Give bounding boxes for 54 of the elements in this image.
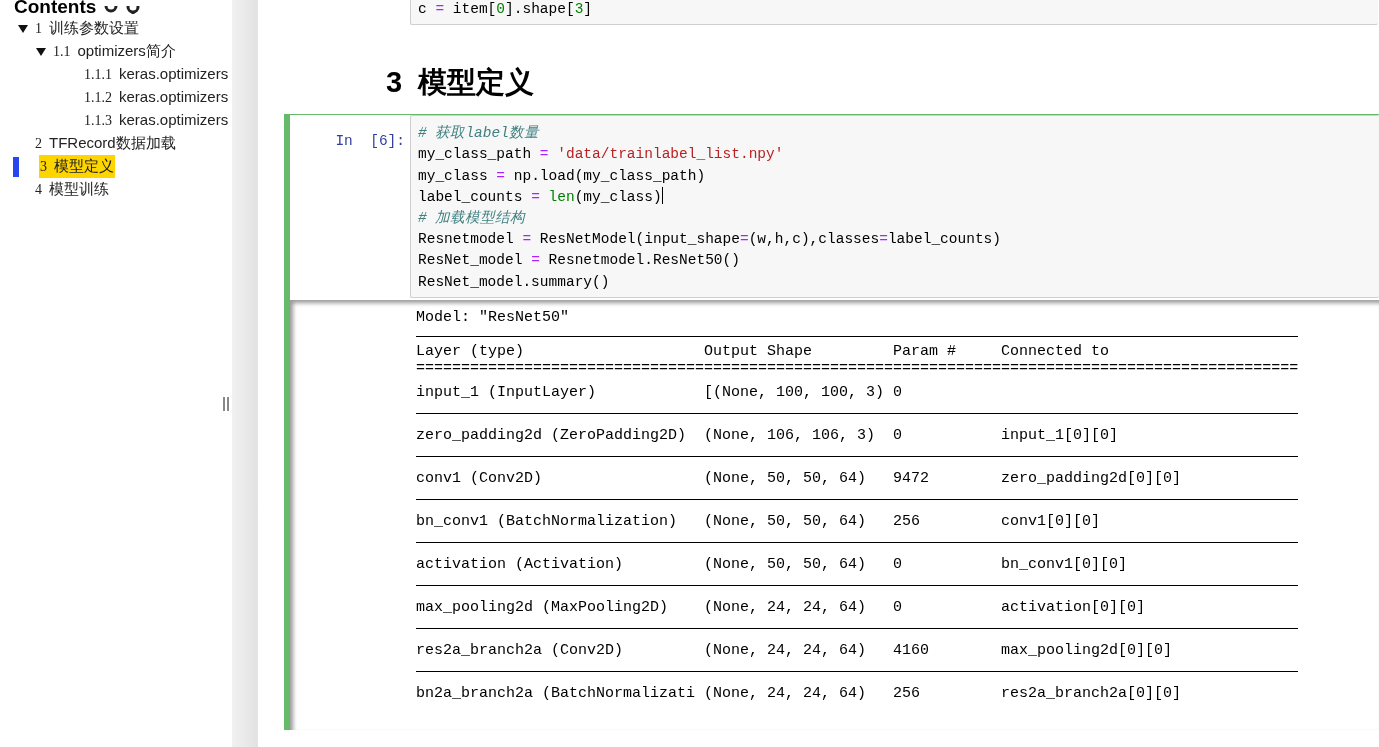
table-cell-text: zero_padding2d[0][0] [1001,468,1183,488]
toc-link[interactable]: 1 训练参数设置 [34,17,140,40]
code-cell[interactable] [284,114,1379,730]
resize-handle[interactable] [223,397,229,411]
table-cell-text: 256 [893,683,921,703]
table-cell-text: 9472 [893,468,930,488]
table-cell-text: 0 [893,382,903,402]
table-cell-text: res2a_branch2a[0][0] [1001,683,1183,703]
selection-indicator [13,156,19,177]
table-cell-text: 0 [893,554,903,574]
table-cell-text: max_pooling2d (MaxPooling2D) [416,597,670,617]
table-cell-text: 0 [893,597,903,617]
column-header: Param # [893,341,957,361]
toc-link[interactable]: 3 模型定义 [39,155,115,178]
caret-icon[interactable] [18,24,28,33]
column-header: Connected to [1001,341,1111,361]
toc-link[interactable]: 4 模型训练 [34,178,110,201]
table-cell-text: res2a_branch2a (Conv2D) [416,640,625,660]
table-cell-text: (None, 24, 24, 64) [704,597,868,617]
separator-line: ================================================================================================== [416,360,1299,377]
output-text: Model: "ResNet50" [416,307,571,328]
table-cell-text: (None, 50, 50, 64) [704,468,868,488]
table-cell-text: 256 [893,511,921,531]
table-cell-text: conv1[0][0] [1001,511,1102,531]
toc-link[interactable]: 2 TFRecord数据加载 [34,132,177,155]
table-cell-text: (None, 24, 24, 64) [704,640,868,660]
table-cell-text: activation[0][0] [1001,597,1147,617]
table-cell-text: zero_padding2d (ZeroPadding2D) [416,425,688,445]
section-heading: 3 模型定义 [385,65,536,101]
table-cell-text: 0 [893,425,903,445]
table-cell-text: input_1[0][0] [1001,425,1120,445]
code-editor[interactable]: # 获取label数量 my_class_path = 'data/trainlabel_list.npy' my_class = np.load(my_class_path) label_counts = len(my_class) # 加载模型结构 Resnetmodel = ResNetModel(input_shape=(w,h,c),classes=label_counts) ResNet_model = Resnetmodel.ResNet50() ResNet_model.summary() [410,115,1379,298]
toc-link[interactable]: 1.1.1 keras.optimizers [83,63,230,86]
table-cell-text: conv1 (Conv2D) [416,468,544,488]
column-header: Output Shape [704,341,814,361]
caret-icon[interactable] [36,47,46,56]
toc-link[interactable]: 1.1 optimizers简介 [52,40,177,63]
cell-prompt: In [6]: [335,133,405,150]
table-cell-text: (None, 50, 50, 64) [704,554,868,574]
toc-link[interactable]: 1.1.2 keras.optimizers [83,86,230,109]
table-cell-text: bn2a_branch2a (BatchNormalizati [416,683,697,703]
table-cell-text: input_1 (InputLayer) [416,382,598,402]
table-cell-text: [(None, 100, 100, 3) [704,382,886,402]
table-cell-text: (None, 24, 24, 64) [704,683,868,703]
table-cell-text: max_pooling2d[0][0] [1001,640,1174,660]
table-cell-text: bn_conv1 (BatchNormalization) [416,511,679,531]
toc-link[interactable]: 1.1.3 keras.optimizers [83,109,230,132]
table-cell-text: bn_conv1[0][0] [1001,554,1129,574]
column-header: Layer (type) [416,341,525,361]
table-cell-text: (None, 50, 50, 64) [704,511,868,531]
table-cell-text: (None, 106, 106, 3) [704,425,877,445]
toc-title: Contents [14,0,97,14]
table-cell-text: 4160 [893,640,930,660]
table-cell-text: activation (Activation) [416,554,625,574]
